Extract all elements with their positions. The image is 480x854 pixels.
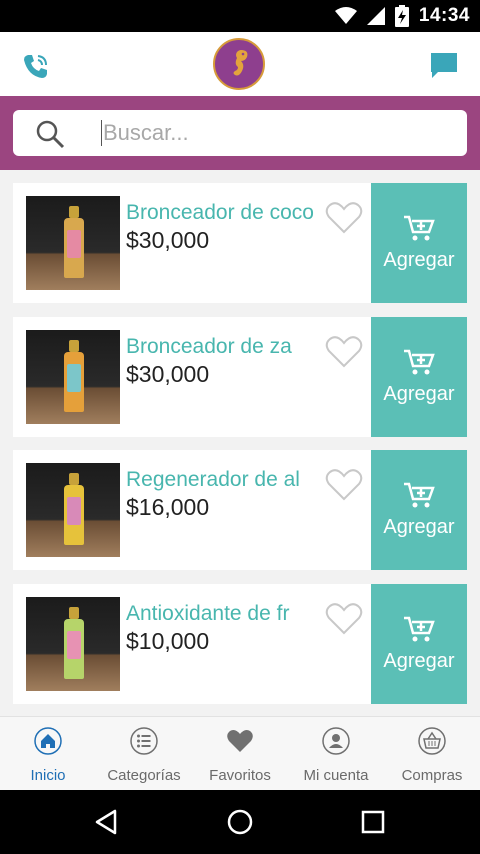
- bottom-nav: Inicio Categorías Favoritos Mi cuenta Co…: [0, 716, 480, 790]
- product-image[interactable]: [26, 196, 120, 290]
- product-image[interactable]: [26, 597, 120, 691]
- product-name[interactable]: Bronceador de za: [126, 335, 336, 359]
- bottle-illustration: [64, 206, 84, 278]
- wifi-icon: [334, 7, 357, 24]
- add-to-cart-button[interactable]: Agregar: [371, 450, 467, 570]
- basket-icon: [418, 727, 446, 755]
- back-icon[interactable]: [93, 808, 121, 836]
- home-circle-icon[interactable]: [226, 808, 254, 836]
- search-bar-container: [0, 96, 480, 170]
- add-button-label: Agregar: [383, 515, 455, 538]
- nav-item-inicio[interactable]: Inicio: [0, 727, 96, 784]
- seahorse-icon: [233, 50, 248, 76]
- add-to-cart-button[interactable]: Agregar: [371, 183, 467, 303]
- status-bar: 14:34: [0, 0, 480, 32]
- product-price: $10,000: [126, 628, 210, 654]
- nav-item-favoritos[interactable]: Favoritos: [192, 727, 288, 784]
- nav-label: Mi cuenta: [303, 767, 369, 784]
- search-icon[interactable]: [35, 119, 65, 149]
- product-card[interactable]: Bronceador de coco $30,000 Agregar: [13, 183, 467, 303]
- favorite-heart-icon[interactable]: [325, 335, 363, 369]
- bottle-illustration: [64, 340, 84, 412]
- add-to-cart-button[interactable]: Agregar: [371, 317, 467, 437]
- status-icons: 14:34: [334, 5, 470, 27]
- home-icon: [34, 727, 62, 755]
- cart-plus-icon: [404, 215, 435, 240]
- bottle-illustration: [64, 473, 84, 545]
- nav-item-categorias[interactable]: Categorías: [96, 727, 192, 784]
- system-nav-bar: [0, 790, 480, 854]
- seahorse-logo: [213, 38, 265, 90]
- add-button-label: Agregar: [383, 649, 455, 672]
- text-caret: [101, 120, 102, 146]
- search-box[interactable]: [13, 110, 467, 156]
- cart-plus-icon: [404, 482, 435, 507]
- product-name[interactable]: Antioxidante de fr: [126, 602, 336, 626]
- battery-charging-icon: [394, 5, 409, 27]
- product-price: $30,000: [126, 227, 210, 253]
- product-price: $30,000: [126, 361, 210, 387]
- favorite-heart-icon[interactable]: [325, 468, 363, 502]
- product-image[interactable]: [26, 330, 120, 424]
- nav-item-mi-cuenta[interactable]: Mi cuenta: [288, 727, 384, 784]
- recents-icon[interactable]: [359, 808, 387, 836]
- chat-icon[interactable]: [428, 50, 460, 82]
- nav-item-compras[interactable]: Compras: [384, 727, 480, 784]
- nav-label: Compras: [401, 767, 463, 784]
- product-image[interactable]: [26, 463, 120, 557]
- cart-plus-icon: [404, 616, 435, 641]
- phone-icon[interactable]: [20, 50, 52, 82]
- add-button-label: Agregar: [383, 382, 455, 405]
- product-card[interactable]: Antioxidante de fr $10,000 Agregar: [13, 584, 467, 704]
- product-card[interactable]: Bronceador de za $30,000 Agregar: [13, 317, 467, 437]
- signal-icon: [366, 7, 385, 25]
- product-name[interactable]: Regenerador de al: [126, 468, 336, 492]
- product-card[interactable]: Regenerador de al $16,000 Agregar: [13, 450, 467, 570]
- nav-label: Categorías: [107, 767, 181, 784]
- nav-label: Inicio: [30, 767, 66, 784]
- product-name[interactable]: Bronceador de coco: [126, 201, 336, 225]
- search-input[interactable]: [103, 116, 443, 150]
- bottle-illustration: [64, 607, 84, 679]
- app-bar: [0, 32, 480, 96]
- nav-label: Favoritos: [209, 767, 271, 784]
- list-icon: [130, 727, 158, 755]
- product-price: $16,000: [126, 494, 210, 520]
- account-icon: [322, 727, 350, 755]
- favorite-heart-icon[interactable]: [325, 602, 363, 636]
- heart-icon: [227, 730, 253, 752]
- status-time: 14:34: [418, 5, 470, 26]
- add-button-label: Agregar: [383, 248, 455, 271]
- cart-plus-icon: [404, 349, 435, 374]
- favorite-heart-icon[interactable]: [325, 201, 363, 235]
- add-to-cart-button[interactable]: Agregar: [371, 584, 467, 704]
